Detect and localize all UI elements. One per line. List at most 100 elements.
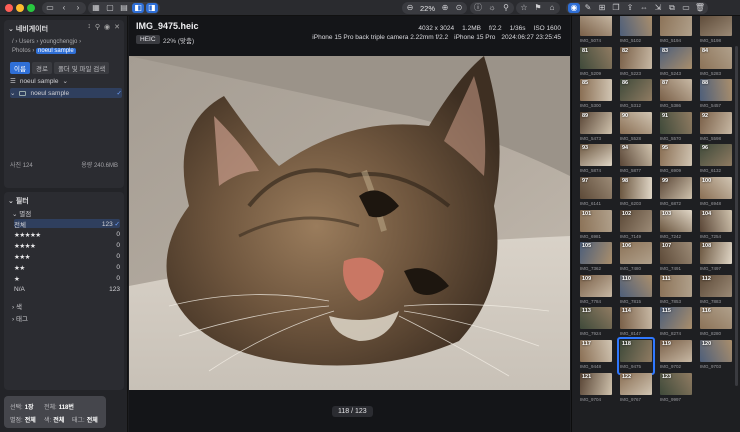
thumbnail-item[interactable]: 122 IMG_9767: [618, 371, 654, 407]
star-icon[interactable]: ☆: [518, 3, 530, 13]
thumbnail-item[interactable]: 99 IMG_6872: [658, 175, 694, 211]
thumbnail-item[interactable]: IMG_5198: [698, 16, 734, 48]
tab-name[interactable]: 이름: [10, 62, 30, 74]
single-view-icon[interactable]: ▢: [104, 3, 116, 13]
pin-icon[interactable]: ⚲: [500, 3, 512, 13]
thumbnail-item[interactable]: 85 IMG_5300: [578, 77, 614, 113]
thumbnail-item[interactable]: 89 IMG_5473: [578, 110, 614, 146]
brightness-icon[interactable]: ☼: [486, 3, 498, 13]
color-section[interactable]: › 색: [12, 301, 22, 311]
thumbnail-item[interactable]: 84 IMG_5283: [698, 45, 734, 81]
edit-icon[interactable]: ✎: [582, 3, 594, 13]
sidebar-right-icon[interactable]: ◨: [146, 3, 158, 13]
thumbnail-item[interactable]: 118 IMG_9475: [617, 337, 655, 375]
thumbnail-item[interactable]: 96 IMG_6132: [698, 142, 734, 178]
thumbnail-item[interactable]: 121 IMG_9704: [578, 371, 614, 407]
rating-filter-all[interactable]: 전체 123 ✓: [14, 219, 120, 229]
thumbnail-item[interactable]: 116 IMG_8280: [698, 305, 734, 341]
rating-section[interactable]: ⌄ 별점: [12, 208, 31, 218]
thumbnail-item[interactable]: 120 IMG_9703: [698, 338, 734, 374]
sidebar-left-icon[interactable]: ◧: [132, 3, 144, 13]
breadcrumb-root[interactable]: /: [12, 39, 14, 45]
thumbnail-item[interactable]: 114 IMG_8147: [618, 305, 654, 341]
zoom-window-button[interactable]: [27, 4, 35, 12]
thumbnail-item[interactable]: 87 IMG_5386: [658, 77, 694, 113]
scrollbar[interactable]: [735, 46, 738, 386]
thumbnail-item[interactable]: 83 IMG_5243: [658, 45, 694, 81]
eye-icon[interactable]: ◉: [104, 23, 110, 31]
compare-icon[interactable]: ⊞: [596, 3, 608, 13]
breadcrumb-user[interactable]: youngchengjo: [40, 39, 77, 45]
export-icon[interactable]: ⇲: [652, 3, 664, 13]
thumbnail-item[interactable]: 100 IMG_6948: [698, 175, 734, 211]
rating-filter-2[interactable]: ★★ 0: [14, 263, 120, 272]
folder-icon[interactable]: ▭: [44, 3, 56, 13]
copy-icon[interactable]: ❐: [610, 3, 622, 13]
thumbnail-item[interactable]: 88 IMG_5457: [698, 77, 734, 113]
thumbnail-item[interactable]: 123 IMG_9997: [658, 371, 694, 407]
thumbnail-item[interactable]: 111 IMG_7853: [658, 273, 694, 309]
close-icon[interactable]: ✕: [114, 23, 120, 31]
rating-filter-na[interactable]: N/A 123: [14, 285, 120, 294]
rating-filter-5[interactable]: ★★★★★ 0: [14, 230, 120, 239]
thumbnail-item[interactable]: 112 IMG_7883: [698, 273, 734, 309]
thumbnail-item[interactable]: 101 IMG_6981: [578, 208, 614, 244]
thumbnail-item[interactable]: 117 IMG_9448: [578, 338, 614, 374]
filter-title[interactable]: ⌄ 필터: [8, 196, 29, 206]
thumbnail-item[interactable]: 104 IMG_7254: [698, 208, 734, 244]
thumbnail-item[interactable]: 91 IMG_5570: [658, 110, 694, 146]
breadcrumb-users[interactable]: Users: [19, 39, 35, 45]
pin-icon[interactable]: ⚲: [95, 23, 100, 31]
thumbnail-item[interactable]: 108 IMG_7497: [698, 240, 734, 276]
trash-icon[interactable]: 🗑: [694, 3, 706, 13]
minimize-window-button[interactable]: [16, 4, 24, 12]
close-window-button[interactable]: [5, 4, 13, 12]
grid-view-icon[interactable]: ▦: [90, 3, 102, 13]
back-button[interactable]: ‹: [58, 3, 70, 13]
filmstrip-view-icon[interactable]: ▤: [118, 3, 130, 13]
tag-section[interactable]: › 태그: [12, 313, 28, 323]
thumbnail-item[interactable]: 103 IMG_7242: [658, 208, 694, 244]
thumbnail-item[interactable]: 95 IMG_6909: [658, 142, 694, 178]
thumbnail-item[interactable]: 82 IMG_5223: [618, 45, 654, 81]
tree-item-root[interactable]: ☰ noeul sample ⌄: [10, 76, 122, 86]
tab-search[interactable]: 폴더 및 파일 검색: [53, 62, 110, 74]
thumbnail-item[interactable]: 90 IMG_5528: [618, 110, 654, 146]
thumbnail-item[interactable]: 97 IMG_6141: [578, 175, 614, 211]
sort-icon[interactable]: ↕: [87, 23, 91, 31]
tag-icon[interactable]: ⌂: [546, 3, 558, 13]
thumbnail-item[interactable]: 107 IMG_7491: [658, 240, 694, 276]
move-icon[interactable]: ⇔: [638, 3, 650, 13]
thumbnail-item[interactable]: IMG_5074: [578, 16, 614, 48]
filter-icon[interactable]: ◉: [568, 3, 580, 13]
thumbnail-item[interactable]: 86 IMG_5312: [618, 77, 654, 113]
thumbnail-item[interactable]: 113 IMG_7924: [578, 305, 614, 341]
zoom-in-icon[interactable]: ⊕: [439, 3, 451, 13]
rating-filter-3[interactable]: ★★★ 0: [14, 252, 120, 261]
zoom-out-icon[interactable]: ⊖: [404, 3, 416, 13]
tab-path[interactable]: 경로: [31, 62, 52, 74]
thumbnail-item[interactable]: 109 IMG_7784: [578, 273, 614, 309]
breadcrumb-current[interactable]: noeul sample: [36, 48, 76, 54]
thumbnail-item[interactable]: 92 IMG_5598: [698, 110, 734, 146]
open-folder-icon[interactable]: ▭: [680, 3, 692, 13]
zoom-fit-icon[interactable]: ⊙: [453, 3, 465, 13]
forward-button[interactable]: ›: [72, 3, 84, 13]
rating-filter-4[interactable]: ★★★★ 0: [14, 241, 120, 250]
thumbnail-item[interactable]: 115 IMG_8274: [658, 305, 694, 341]
thumbnail-item[interactable]: 98 IMG_6203: [618, 175, 654, 211]
info-icon[interactable]: ⓘ: [472, 3, 484, 13]
breadcrumb-photos[interactable]: Photos: [12, 48, 31, 54]
duplicate-icon[interactable]: ⧉: [666, 3, 678, 13]
thumbnail-item[interactable]: 119 IMG_9702: [658, 338, 694, 374]
tree-item-selected[interactable]: ⌄ noeul sample ✓: [10, 88, 122, 98]
thumbnail-item[interactable]: IMG_5102: [618, 16, 654, 48]
thumbnail-item[interactable]: 94 IMG_5877: [618, 142, 654, 178]
thumbnail-item[interactable]: 102 IMG_7149: [618, 208, 654, 244]
flag-icon[interactable]: ⚑: [532, 3, 544, 13]
thumbnail-item[interactable]: 110 IMG_7815: [618, 273, 654, 309]
thumbnail-item[interactable]: 93 IMG_5874: [578, 142, 614, 178]
rating-filter-1[interactable]: ★ 0: [14, 274, 120, 283]
thumbnail-item[interactable]: 105 IMG_7362: [578, 240, 614, 276]
thumbnail-item[interactable]: IMG_5194: [658, 16, 694, 48]
